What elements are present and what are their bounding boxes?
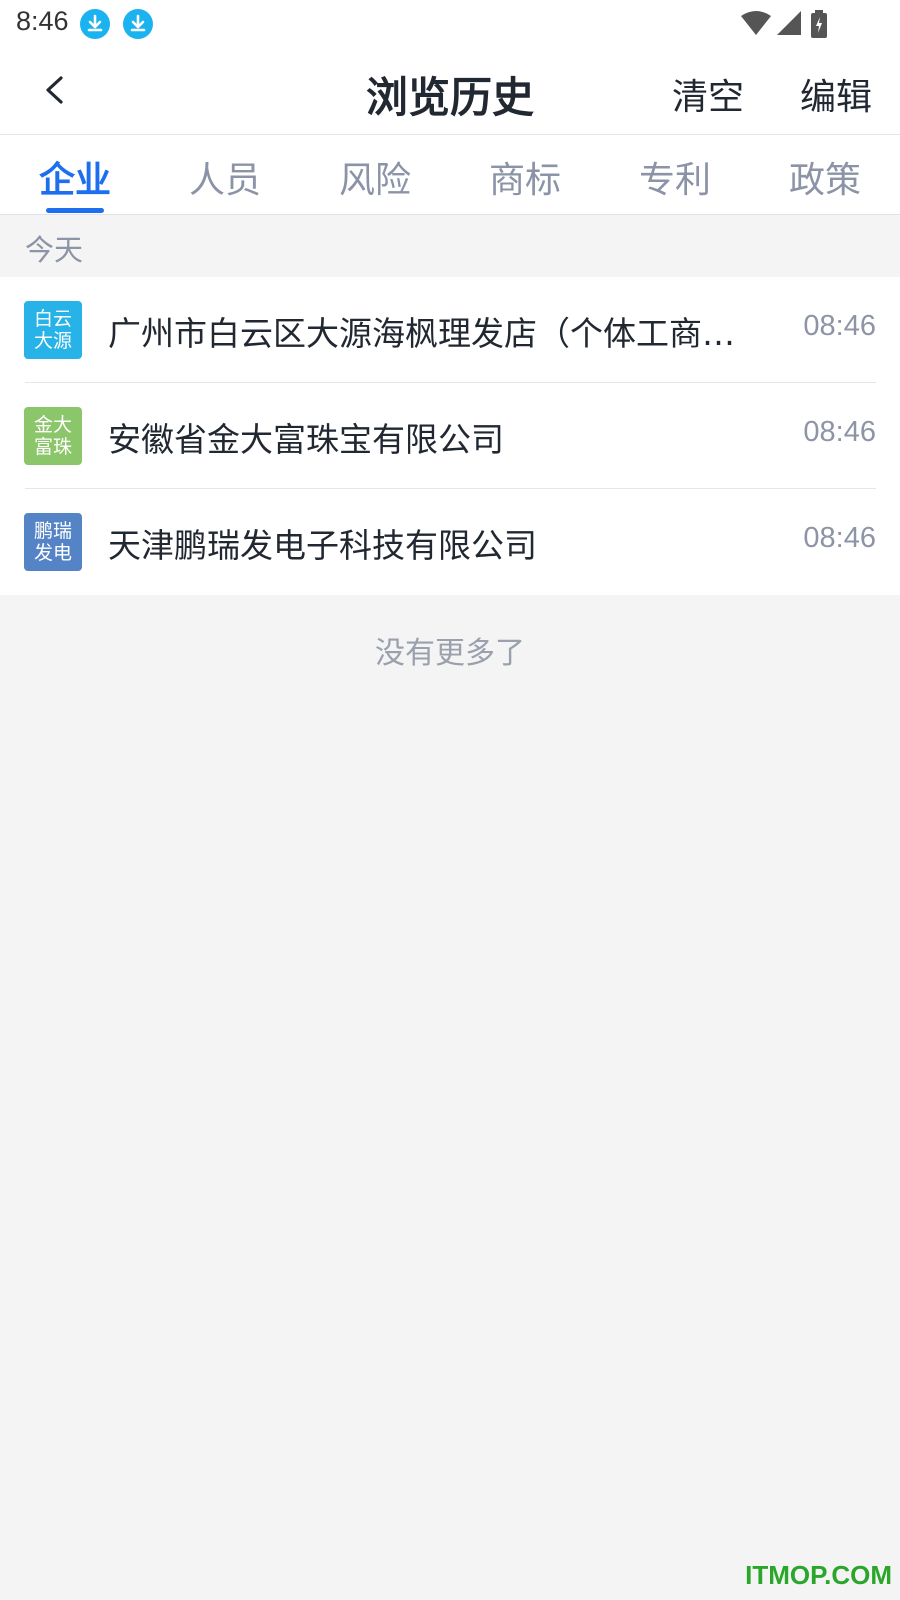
avatar-text-bottom: 大源	[33, 330, 72, 352]
active-tab-indicator	[46, 208, 104, 213]
status-bar: 8:46	[0, 0, 900, 50]
download-icon	[123, 9, 153, 39]
company-name: 安徽省金大富珠宝有限公司	[108, 420, 504, 459]
page-title: 浏览历史	[365, 73, 534, 122]
avatar-text-top: 白云	[33, 308, 72, 330]
company-avatar: 白云 大源	[24, 301, 82, 359]
tab-risk[interactable]: 风险	[300, 151, 450, 203]
company-name: 广州市白云区大源海枫理发店（个体工商户）	[108, 314, 758, 353]
signal-icon	[777, 11, 801, 35]
history-item[interactable]: 鹏瑞 发电 天津鹏瑞发电子科技有限公司 08:46	[0, 489, 900, 595]
tab-trademark[interactable]: 商标	[450, 151, 600, 203]
history-item[interactable]: 白云 大源 广州市白云区大源海枫理发店（个体工商户） 08:46	[0, 277, 900, 383]
no-more-label: 没有更多了	[375, 636, 525, 671]
visit-time: 08:46	[803, 522, 876, 554]
avatar-text-top: 鹏瑞	[33, 520, 72, 542]
wifi-icon	[741, 11, 771, 35]
watermark: ITMOP.COM	[745, 1560, 892, 1590]
status-time: 8:46	[16, 6, 69, 36]
chevron-left-icon	[46, 76, 63, 104]
section-header: 今天	[0, 215, 900, 277]
history-item[interactable]: 金大 富珠 安徽省金大富珠宝有限公司 08:46	[0, 383, 900, 489]
tab-patent[interactable]: 专利	[600, 151, 750, 203]
section-label-today: 今天	[25, 233, 84, 267]
category-tabs: 企业 人员 风险 商标 专利 政策	[0, 135, 900, 215]
battery-charging-icon	[811, 10, 827, 38]
visit-time: 08:46	[803, 416, 876, 448]
clear-button[interactable]: 清空	[672, 68, 744, 120]
download-icon	[80, 9, 110, 39]
app-header: 浏览历史 清空 编辑	[0, 50, 900, 135]
edit-button[interactable]: 编辑	[800, 68, 872, 120]
avatar-text-top: 金大	[33, 414, 72, 436]
company-name: 天津鹏瑞发电子科技有限公司	[108, 526, 537, 565]
browse-history-screen: 8:46 浏览历史 清空 编辑 企业 人员 风险 商标 专利 政策 今天 白云 …	[0, 0, 900, 1600]
back-button[interactable]	[30, 64, 80, 114]
history-list: 白云 大源 广州市白云区大源海枫理发店（个体工商户） 08:46 金大 富珠 安…	[0, 277, 900, 595]
avatar-text-bottom: 富珠	[33, 436, 72, 458]
company-avatar: 金大 富珠	[24, 407, 82, 465]
tab-people[interactable]: 人员	[150, 151, 300, 203]
company-avatar: 鹏瑞 发电	[24, 513, 82, 571]
tab-policy[interactable]: 政策	[750, 151, 900, 203]
avatar-text-bottom: 发电	[33, 542, 72, 564]
tab-company[interactable]: 企业	[0, 151, 150, 203]
visit-time: 08:46	[803, 310, 876, 342]
